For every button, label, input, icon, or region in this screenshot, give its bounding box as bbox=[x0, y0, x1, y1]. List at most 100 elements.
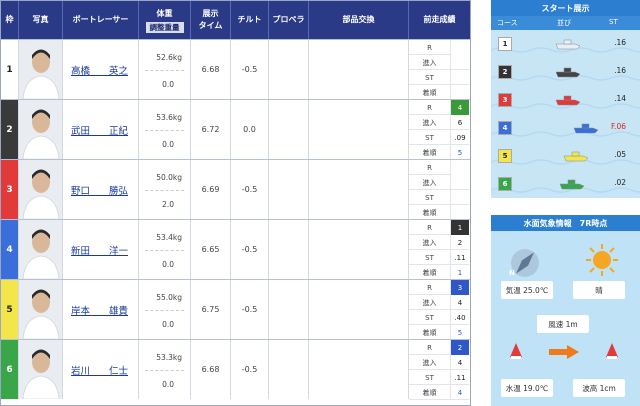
start-st-time: .16 bbox=[614, 38, 626, 47]
sun-icon bbox=[586, 244, 618, 276]
start-st-time: F.06 bbox=[610, 122, 626, 131]
weather-panel: 水面気象情報 7R時点 N 気温 25.0℃ 晴 風速 1m 水温 19.0℃ … bbox=[491, 215, 640, 406]
prev-value: 4 bbox=[451, 100, 469, 115]
air-temperature: 気温 25.0℃ bbox=[501, 281, 553, 299]
racer-avatar-icon bbox=[19, 160, 62, 219]
prev-line: ST .11 bbox=[409, 250, 469, 265]
header-weight: 体重 調整重量 bbox=[139, 1, 191, 39]
racer-photo[interactable] bbox=[19, 280, 63, 339]
wind-direction-arrow-icon bbox=[549, 345, 579, 359]
tilt-value: -0.5 bbox=[231, 220, 269, 279]
prev-line: 着順 bbox=[409, 85, 469, 100]
weather-panel-title: 水面気象情報 7R時点 bbox=[491, 215, 640, 231]
prev-label: ST bbox=[409, 190, 451, 205]
prev-value bbox=[451, 40, 469, 55]
prev-label: ST bbox=[409, 70, 451, 85]
prev-line: 進入 4 bbox=[409, 355, 469, 370]
exhibit-time: 6.68 bbox=[191, 40, 231, 99]
racer-photo[interactable] bbox=[19, 160, 63, 219]
table-row: 2 武田 正紀 53.6kg 0.0 6.72 0.0 R 4 進入 6 ST … bbox=[1, 99, 470, 160]
prev-line: ST .11 bbox=[409, 370, 469, 385]
prev-line: 着順 4 bbox=[409, 385, 469, 400]
start-st-time: .05 bbox=[614, 150, 626, 159]
prev-value: 3 bbox=[451, 280, 469, 295]
parts-cell bbox=[309, 160, 409, 219]
prev-line: 進入 2 bbox=[409, 235, 469, 250]
prev-value bbox=[451, 70, 469, 85]
adjust-weight: 2.0 bbox=[162, 200, 174, 209]
prev-label: R bbox=[409, 280, 451, 295]
start-row: 4 F.06 bbox=[491, 114, 640, 142]
start-row: 1 .16 bbox=[491, 30, 640, 58]
prev-value: 2 bbox=[457, 238, 463, 247]
adjust-weight: 0.0 bbox=[162, 380, 174, 389]
header-propeller: プロペラ bbox=[269, 1, 309, 39]
racer-name-link[interactable]: 高橋 英之 bbox=[63, 63, 128, 77]
prev-results-cell: R 3 進入 4 ST .40 着順 5 bbox=[409, 280, 470, 340]
tilt-value: -0.5 bbox=[231, 160, 269, 219]
racer-photo[interactable] bbox=[19, 100, 63, 159]
parts-cell bbox=[309, 340, 409, 399]
prev-line: 着順 5 bbox=[409, 325, 469, 340]
boat-icon bbox=[559, 179, 585, 190]
start-head-order: 並び bbox=[557, 19, 571, 27]
racer-name-cell: 岸本 雄貴 bbox=[63, 280, 139, 339]
prev-line: 進入 bbox=[409, 175, 469, 190]
start-panel-head: コース 並び ST bbox=[491, 16, 640, 30]
prev-value: 4 bbox=[457, 358, 463, 367]
prev-value bbox=[451, 160, 469, 175]
start-course-number: 1 bbox=[498, 37, 512, 51]
racer-avatar-icon bbox=[19, 100, 62, 159]
prev-line: R 1 bbox=[409, 220, 469, 235]
prev-line: 着順 bbox=[409, 205, 469, 220]
start-row: 6 .02 bbox=[491, 170, 640, 198]
racer-avatar-icon bbox=[19, 40, 62, 99]
racer-name-link[interactable]: 野口 勝弘 bbox=[63, 183, 128, 197]
boat-icon bbox=[555, 39, 581, 50]
racer-name-link[interactable]: 岩川 仁士 bbox=[63, 363, 128, 377]
header-racer: ボートレーサー bbox=[63, 1, 139, 39]
sky-condition: 晴 bbox=[573, 281, 625, 299]
boat-icon bbox=[563, 151, 589, 162]
weight-cell: 50.0kg 2.0 bbox=[139, 160, 191, 219]
prev-value bbox=[451, 55, 469, 70]
exhibit-time: 6.75 bbox=[191, 280, 231, 339]
propeller-cell bbox=[269, 100, 309, 159]
weight-divider bbox=[145, 130, 184, 131]
racer-photo[interactable] bbox=[19, 340, 63, 399]
prev-value: 4 bbox=[457, 388, 463, 397]
table-row: 1 高橋 英之 52.6kg 0.0 6.68 -0.5 R 進入 ST 着順 bbox=[1, 39, 470, 100]
adjust-weight: 0.0 bbox=[162, 260, 174, 269]
weight-cell: 53.4kg 0.0 bbox=[139, 220, 191, 279]
prev-value bbox=[451, 175, 469, 190]
prev-label: ST bbox=[409, 130, 451, 145]
start-course-number: 3 bbox=[498, 93, 512, 107]
racer-name-link[interactable]: 武田 正紀 bbox=[63, 123, 128, 137]
prev-value: .11 bbox=[454, 253, 466, 262]
adjust-weight: 0.0 bbox=[162, 320, 174, 329]
tilt-value: -0.5 bbox=[231, 340, 269, 399]
racer-avatar-icon bbox=[19, 280, 62, 339]
waku-number: 1 bbox=[1, 40, 19, 99]
parts-cell bbox=[309, 40, 409, 99]
start-head-st: ST bbox=[609, 18, 618, 26]
weight-cell: 55.0kg 0.0 bbox=[139, 280, 191, 339]
prev-label: 着順 bbox=[409, 385, 451, 400]
prev-label: 着順 bbox=[409, 265, 451, 280]
prev-label: 進入 bbox=[409, 235, 451, 250]
prev-value: .09 bbox=[454, 133, 466, 142]
start-display-panel: スタート展示 コース 並び ST 1 .16 2 .16 3 .14 4 F.0… bbox=[490, 0, 640, 198]
prev-label: R bbox=[409, 340, 451, 355]
racer-photo[interactable] bbox=[19, 40, 63, 99]
racer-name-link[interactable]: 新田 洋一 bbox=[63, 243, 128, 257]
header-exhibit-time: 展示 タイム bbox=[191, 1, 231, 39]
racer-weight: 53.3kg bbox=[156, 353, 182, 362]
racer-photo[interactable] bbox=[19, 220, 63, 279]
racer-avatar-icon bbox=[19, 340, 62, 399]
prev-line: ST .09 bbox=[409, 130, 469, 145]
table-header: 枠 写真 ボートレーサー 体重 調整重量 展示 タイム チルト プロペラ 部品交… bbox=[1, 1, 470, 39]
prev-line: 着順 1 bbox=[409, 265, 469, 280]
racer-name-link[interactable]: 岸本 雄貴 bbox=[63, 303, 128, 317]
prev-label: 進入 bbox=[409, 55, 451, 70]
weight-divider bbox=[145, 190, 184, 191]
